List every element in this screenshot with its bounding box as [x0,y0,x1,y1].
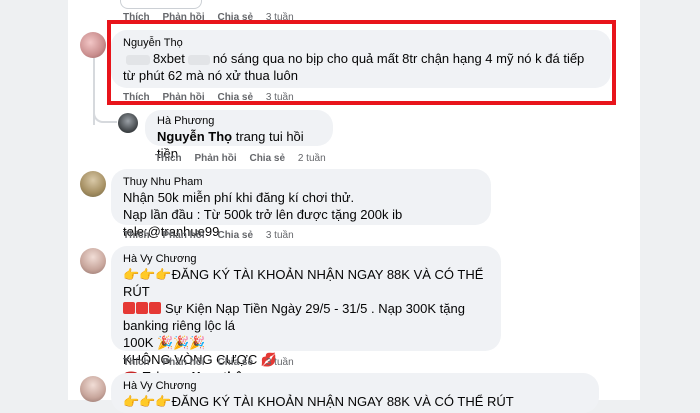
share-button[interactable]: Chia sẻ [249,153,285,164]
avatar[interactable] [80,376,106,402]
comment-actions: Thích Phản hồi Chia sẻ 2 tuần [155,153,336,164]
pointing-hand-icon: 👉👉👉 [123,267,172,282]
comment-actions: Thích Phản hồi Chia sẻ 3 tuần [123,357,304,368]
comment-author[interactable]: Hà Vy Chương [123,252,489,266]
like-button[interactable]: Thích [155,153,182,164]
red-envelope-icon [136,302,148,314]
avatar[interactable] [118,113,138,133]
like-button[interactable]: Thích [123,230,150,241]
red-envelope-icon [123,302,135,314]
comment-bubble: Thuy Nhu Pham Nhận 50k miễn phí khi đăng… [111,169,491,239]
avatar[interactable] [80,32,106,58]
avatar[interactable] [80,248,106,274]
share-button[interactable]: Chia sẻ [217,230,253,241]
comment-bubble: Hà Phương Nguyễn Thọ trang tui hồi tiền [145,110,333,161]
timestamp: 3 tuần [265,230,294,241]
comment-author[interactable]: Thuy Nhu Pham [123,175,479,189]
mention-link[interactable]: Nguyễn Thọ [157,129,232,144]
thread-branch [93,107,117,123]
comment-bubble: Hà Vy Chương 👉👉👉ĐĂNG KÝ TÀI KHOẢN NHẬN N… [111,246,501,384]
pointing-hand-icon: 👉👉👉 [123,394,172,409]
reply-button[interactable]: Phản hồi [162,357,204,368]
comment-author[interactable]: Hà Phương [157,114,321,128]
comment-text-line: Sự Kiện Nạp Tiền Ngày 29/5 - 31/5 . Nạp … [123,301,469,333]
comment-author[interactable]: Hà Vy Chương [123,379,587,393]
highlight-box [107,20,616,105]
timestamp: 3 tuần [265,357,294,368]
avatar[interactable] [80,171,106,197]
comment-text-line: 100K 🎉🎉🎉 [123,335,206,350]
like-button[interactable]: Thích [123,357,150,368]
comment-text-line: 👉👉👉ĐĂNG KÝ TÀI KHOẢN NHẬN NGAY 88K VÀ CÓ… [123,267,488,299]
comment-bubble: Hà Vy Chương 👉👉👉ĐĂNG KÝ TÀI KHOẢN NHẬN N… [111,373,599,413]
comment-actions: Thích Phản hồi Chia sẻ 3 tuần [123,230,304,241]
comment-text-line: Nhận 50k miễn phí khi đăng kí chơi thử. [123,190,355,205]
party-popper-icon: 🎉🎉🎉 [157,335,206,350]
reply-button[interactable]: Phản hồi [194,153,236,164]
timestamp: 2 tuần [297,153,326,164]
link-preview-edge[interactable] [120,0,202,9]
red-envelope-icon [149,302,161,314]
reply-button[interactable]: Phản hồi [162,230,204,241]
share-button[interactable]: Chia sẻ [217,357,253,368]
comment-text-line: 👉👉👉ĐĂNG KÝ TÀI KHOẢN NHẬN NGAY 88K VÀ CÓ… [123,394,514,409]
